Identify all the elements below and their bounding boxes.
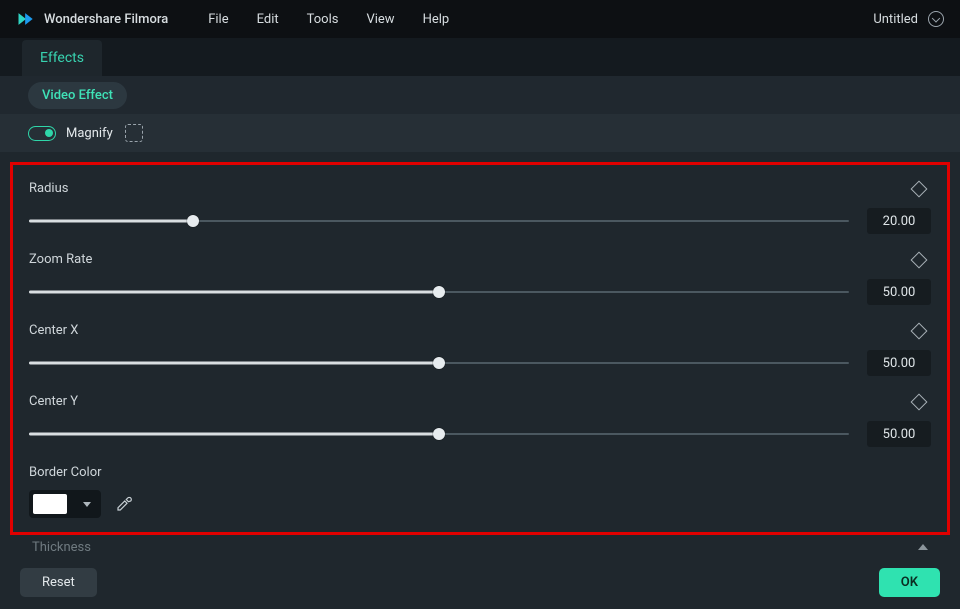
zoom-rate-value[interactable]: 50.00: [867, 279, 931, 305]
param-label: Zoom Rate: [29, 252, 92, 267]
expand-preview-icon[interactable]: [125, 124, 143, 142]
effect-toggle-row: Magnify: [0, 114, 960, 152]
center-y-value[interactable]: 50.00: [867, 421, 931, 447]
param-row-radius: Radius: [29, 181, 931, 196]
menu-help[interactable]: Help: [423, 12, 450, 27]
collapse-caret-icon[interactable]: [918, 544, 928, 550]
param-label: Center X: [29, 323, 78, 338]
title-bar: Wondershare Filmora File Edit Tools View…: [0, 0, 960, 38]
param-row-zoom-rate: Zoom Rate: [29, 252, 931, 267]
tab-effects[interactable]: Effects: [22, 40, 102, 76]
menu-file[interactable]: File: [208, 12, 228, 27]
keyframe-icon[interactable]: [911, 251, 928, 268]
menu-bar: File Edit Tools View Help: [208, 12, 449, 27]
app-name: Wondershare Filmora: [44, 12, 168, 27]
chevron-down-icon: [83, 502, 91, 507]
effect-chip-video-effect[interactable]: Video Effect: [28, 82, 127, 109]
ok-button[interactable]: OK: [879, 568, 940, 597]
zoom-rate-slider[interactable]: [29, 285, 849, 299]
param-label: Radius: [29, 181, 68, 196]
menu-tools[interactable]: Tools: [307, 12, 339, 27]
param-row-center-x: Center X: [29, 323, 931, 338]
app-logo-icon: [16, 9, 36, 29]
color-swatch: [33, 494, 67, 514]
keyframe-icon[interactable]: [911, 393, 928, 410]
next-section-label: Thickness: [32, 540, 91, 555]
document-title: Untitled: [873, 12, 918, 27]
param-row-border-color: Border Color: [29, 465, 931, 480]
param-label: Center Y: [29, 394, 78, 409]
magnify-label: Magnify: [66, 126, 113, 141]
main-area: Radius 20.00 Zoom Rate: [0, 152, 960, 555]
radius-slider[interactable]: [29, 214, 849, 228]
menu-edit[interactable]: Edit: [257, 12, 279, 27]
tabs-row: Effects: [0, 38, 960, 76]
center-x-slider[interactable]: [29, 356, 849, 370]
radius-value[interactable]: 20.00: [867, 208, 931, 234]
menu-view[interactable]: View: [366, 12, 394, 27]
eyedropper-icon[interactable]: [115, 495, 133, 513]
center-y-slider[interactable]: [29, 427, 849, 441]
border-color-picker[interactable]: [29, 490, 101, 518]
keyframe-icon[interactable]: [911, 180, 928, 197]
param-row-center-y: Center Y: [29, 394, 931, 409]
next-section-header: Thickness: [10, 535, 950, 555]
keyframe-icon[interactable]: [911, 322, 928, 339]
effect-chip-row: Video Effect: [0, 76, 960, 114]
reset-button[interactable]: Reset: [20, 568, 97, 597]
sync-status-icon[interactable]: [928, 11, 944, 27]
center-x-value[interactable]: 50.00: [867, 350, 931, 376]
param-label: Border Color: [29, 465, 102, 480]
magnify-params-panel: Radius 20.00 Zoom Rate: [10, 162, 950, 535]
magnify-toggle[interactable]: [28, 126, 56, 141]
footer: Reset OK: [0, 555, 960, 609]
